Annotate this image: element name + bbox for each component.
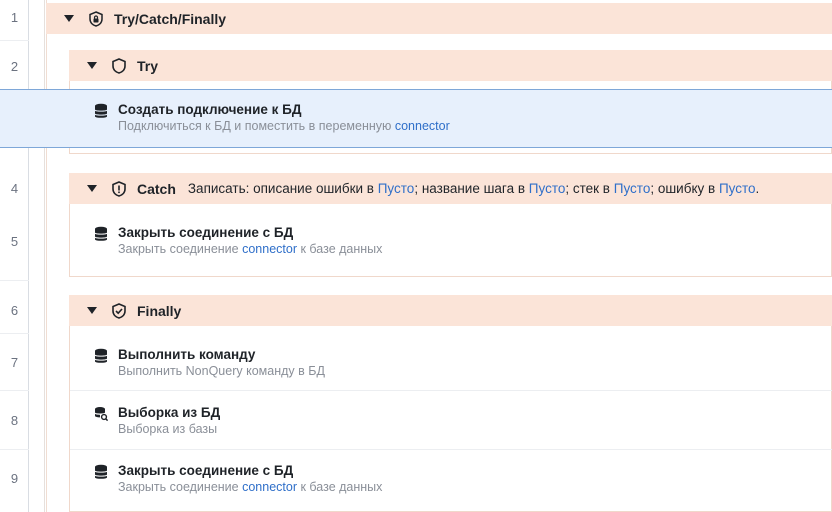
variable-link[interactable]: Пусто <box>378 181 415 196</box>
finally-header[interactable]: Finally <box>69 295 832 326</box>
collapse-toggle-icon[interactable] <box>87 307 97 314</box>
step-close-connection[interactable]: Закрыть соединение с БД Закрыть соединен… <box>94 224 814 258</box>
step-description: Закрыть соединение connector к базе данн… <box>118 242 383 256</box>
database-search-icon <box>94 406 109 422</box>
variable-link[interactable]: Пусто <box>614 181 651 196</box>
line-number: 9 <box>10 471 19 486</box>
shield-outline-icon <box>111 57 127 74</box>
block-title: Finally <box>137 302 182 319</box>
database-icon <box>94 103 108 119</box>
fold-gutter <box>29 0 45 512</box>
line-number: 2 <box>10 59 19 74</box>
database-icon <box>94 348 108 364</box>
step-title: Закрыть соединение с БД <box>118 225 294 240</box>
line-number: 8 <box>10 413 19 428</box>
shield-lock-icon <box>88 10 104 27</box>
step-description: Выборка из базы <box>118 422 218 436</box>
step-description: Закрыть соединение connector к базе данн… <box>118 480 383 494</box>
variable-link[interactable]: connector <box>242 480 297 494</box>
variable-link[interactable]: connector <box>242 242 297 256</box>
line-number: 6 <box>10 303 19 318</box>
variable-link[interactable]: connector <box>395 119 450 133</box>
divider <box>70 449 832 450</box>
database-icon <box>94 226 108 242</box>
collapse-toggle-icon[interactable] <box>87 185 97 192</box>
catch-description: Записать: описание ошибки в Пусто; назва… <box>187 181 760 196</box>
step-title: Выполнить команду <box>118 347 256 362</box>
variable-link[interactable]: Пусто <box>529 181 566 196</box>
step-title: Создать подключение к БД <box>118 102 302 117</box>
step-description: Подключиться к БД и поместить в переменн… <box>118 119 450 133</box>
step-description: Выполнить NonQuery команду в БД <box>118 364 325 378</box>
block-title: Try <box>137 57 159 74</box>
shield-check-icon <box>111 302 127 319</box>
line-number-gutter: 1 2 3 4 5 6 7 8 9 <box>0 0 29 512</box>
line-number: 1 <box>10 10 19 25</box>
divider <box>70 390 832 391</box>
step-title: Закрыть соединение с БД <box>118 463 294 478</box>
block-title: Try/Catch/Finally <box>114 10 227 27</box>
try-header[interactable]: Try <box>69 50 832 81</box>
catch-header[interactable]: Catch Записать: описание ошибки в Пусто;… <box>69 173 832 204</box>
step-title: Выборка из БД <box>118 405 221 420</box>
step-create-connection[interactable]: Создать подключение к БД Подключиться к … <box>94 101 814 135</box>
line-number: 4 <box>10 181 19 196</box>
database-icon <box>94 464 108 480</box>
step-select-from-db[interactable]: Выборка из БД Выборка из базы <box>94 404 814 438</box>
step-execute-command[interactable]: Выполнить команду Выполнить NonQuery ком… <box>94 346 814 380</box>
line-number: 7 <box>10 355 19 370</box>
line-number: 5 <box>10 234 19 249</box>
collapse-toggle-icon[interactable] <box>64 15 74 22</box>
step-close-connection[interactable]: Закрыть соединение с БД Закрыть соединен… <box>94 462 814 496</box>
variable-link[interactable]: Пусто <box>719 181 756 196</box>
shield-alert-icon <box>111 180 127 197</box>
try-catch-finally-header[interactable]: Try/Catch/Finally <box>46 3 832 34</box>
collapse-toggle-icon[interactable] <box>87 62 97 69</box>
block-title: Catch <box>137 180 176 197</box>
